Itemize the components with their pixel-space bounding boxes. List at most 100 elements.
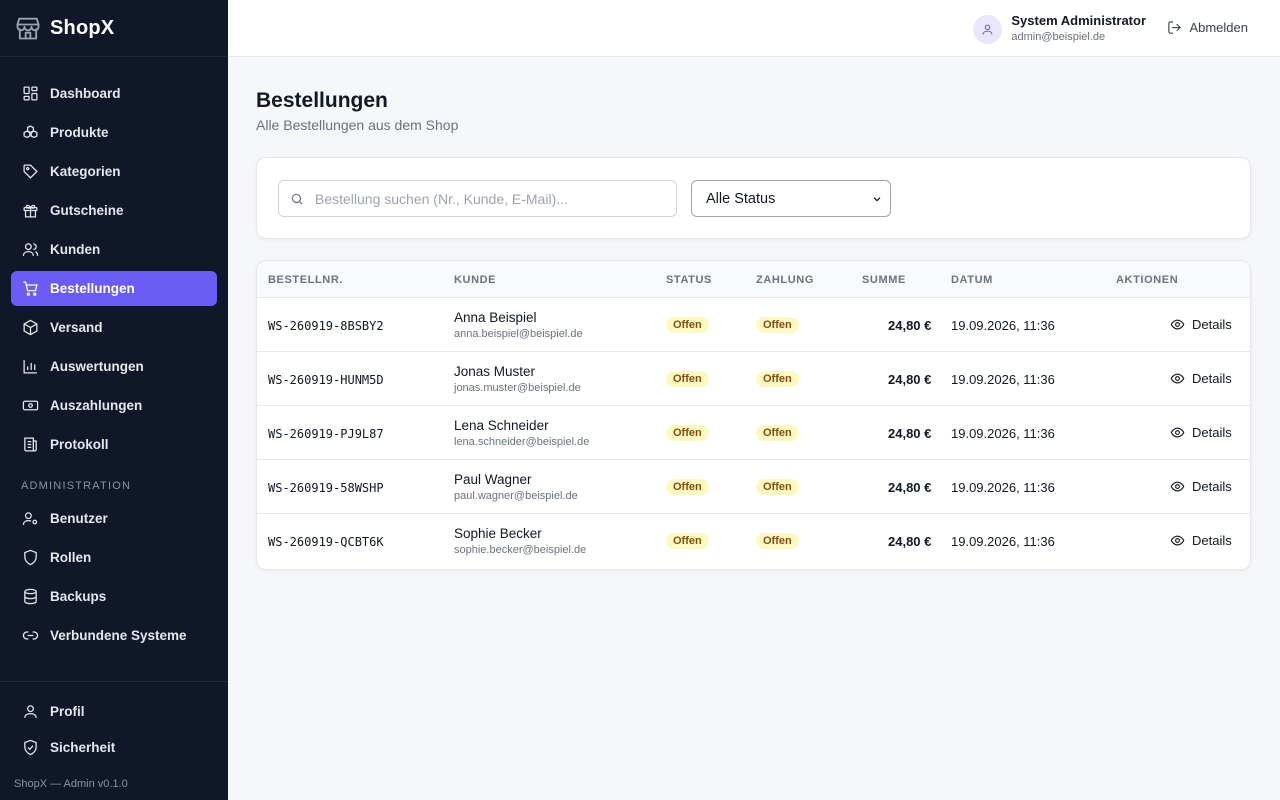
database-icon	[24, 588, 37, 605]
sidebar-item-label: Rollen	[50, 550, 92, 565]
order-date: 19.09.2026, 11:36	[951, 534, 1055, 549]
user-info[interactable]: System Administrator admin@beispiel.de	[973, 13, 1146, 45]
column-header-actions: AKTIONEN	[1116, 274, 1179, 286]
table-row[interactable]: WS-260919-58WSHP Paul Wagner paul.wagner…	[257, 460, 1250, 514]
sidebar-item-auswertungen[interactable]: Auswertungen	[11, 349, 217, 384]
user-email: admin@beispiel.de	[1011, 31, 1106, 43]
avatar	[973, 14, 1003, 44]
user-cog-icon	[22, 512, 38, 525]
order-date: 19.09.2026, 11:36	[951, 480, 1055, 495]
eye-icon	[1170, 535, 1185, 546]
column-header-payment[interactable]: ZAHLUNG	[756, 274, 814, 286]
sidebar-item-verbundene-systeme[interactable]: Verbundene Systeme	[11, 618, 217, 653]
sidebar-item-benutzer[interactable]: Benutzer	[11, 501, 217, 536]
chart-icon	[23, 360, 37, 374]
sidebar-item-profil[interactable]: Profil	[11, 693, 217, 729]
user-icon	[983, 24, 993, 34]
status-select-value: Alle Status	[706, 190, 776, 207]
status-select[interactable]: Alle Status	[691, 180, 891, 217]
sidebar-item-gutscheine[interactable]: Gutscheine	[11, 193, 217, 228]
store-icon	[16, 17, 40, 40]
customer-email: paul.wagner@beispiel.de	[454, 490, 578, 502]
status-badge: Offen	[666, 479, 709, 495]
page-title: Bestellungen	[256, 89, 388, 112]
sidebar-item-dashboard[interactable]: Dashboard	[11, 76, 217, 111]
search-box[interactable]	[278, 180, 677, 217]
app-version: ShopX — Admin v0.1.0	[14, 778, 128, 790]
link-icon	[22, 631, 39, 640]
table-row[interactable]: WS-260919-QCBT6K Sophie Becker sophie.be…	[257, 514, 1250, 568]
sidebar-item-bestellungen[interactable]: Bestellungen	[11, 271, 217, 306]
details-button[interactable]: Details	[1170, 317, 1232, 332]
order-date: 19.09.2026, 11:36	[951, 372, 1055, 387]
table-row[interactable]: WS-260919-PJ9L87 Lena Schneider lena.sch…	[257, 406, 1250, 460]
table-row[interactable]: WS-260919-HUNM5D Jonas Muster jonas.must…	[257, 352, 1250, 406]
sidebar-item-label: Profil	[50, 703, 85, 719]
search-icon	[291, 193, 303, 205]
logout-icon	[1168, 21, 1182, 34]
user-icon	[24, 704, 37, 718]
sidebar-item-sicherheit[interactable]: Sicherheit	[11, 729, 217, 765]
column-header-status[interactable]: STATUS	[666, 274, 712, 286]
table-row[interactable]: WS-260919-8BSBY2 Anna Beispiel anna.beis…	[257, 298, 1250, 352]
customer-name: Jonas Muster	[454, 364, 536, 379]
tag-icon	[23, 164, 38, 179]
sidebar-item-label: Produkte	[50, 125, 109, 140]
sidebar-item-rollen[interactable]: Rollen	[11, 540, 217, 575]
cart-icon	[23, 281, 38, 296]
sidebar-item-kunden[interactable]: Kunden	[11, 232, 217, 267]
shield-check-icon	[24, 739, 37, 755]
order-date: 19.09.2026, 11:36	[951, 318, 1055, 333]
payment-badge: Offen	[756, 371, 799, 387]
sidebar-item-auszahlungen[interactable]: Auszahlungen	[11, 388, 217, 423]
order-sum: 24,80 €	[888, 480, 932, 495]
details-label: Details	[1192, 425, 1232, 440]
sidebar-item-versand[interactable]: Versand	[11, 310, 217, 345]
details-label: Details	[1192, 479, 1232, 494]
sidebar-item-label: Kategorien	[50, 164, 121, 179]
column-header-date[interactable]: DATUM	[951, 274, 993, 286]
page-subtitle: Alle Bestellungen aus dem Shop	[256, 117, 459, 133]
banknote-icon	[22, 400, 39, 411]
status-badge: Offen	[666, 371, 709, 387]
details-button[interactable]: Details	[1170, 533, 1232, 548]
column-header-customer[interactable]: KUNDE	[454, 274, 496, 286]
orders-table: BESTELLNR. KUNDE STATUS ZAHLUNG SUMME DA…	[256, 260, 1251, 570]
sidebar-item-label: Versand	[50, 320, 103, 335]
main-nav: Dashboard Produkte Kategorien Gutscheine…	[0, 76, 228, 657]
sidebar: ShopX Dashboard Produkte Kategorien Guts…	[0, 0, 228, 800]
customer-email: lena.schneider@beispiel.de	[454, 436, 590, 448]
payment-badge: Offen	[756, 317, 799, 333]
sidebar-item-kategorien[interactable]: Kategorien	[11, 154, 217, 189]
sidebar-item-label: Protokoll	[50, 437, 109, 452]
brand[interactable]: ShopX	[0, 0, 228, 57]
brand-name: ShopX	[50, 16, 115, 39]
log-icon	[24, 437, 37, 452]
gift-icon	[23, 204, 38, 218]
column-header-sum[interactable]: SUMME	[862, 274, 906, 286]
order-sum: 24,80 €	[888, 426, 932, 441]
sidebar-item-protokoll[interactable]: Protokoll	[11, 427, 217, 462]
order-date: 19.09.2026, 11:36	[951, 426, 1055, 441]
details-button[interactable]: Details	[1170, 479, 1232, 494]
details-button[interactable]: Details	[1170, 371, 1232, 386]
package-icon	[23, 319, 38, 336]
order-number: WS-260919-8BSBY2	[268, 319, 384, 333]
sidebar-item-backups[interactable]: Backups	[11, 579, 217, 614]
details-button[interactable]: Details	[1170, 425, 1232, 440]
search-input[interactable]	[315, 190, 665, 207]
eye-icon	[1170, 427, 1185, 438]
details-label: Details	[1192, 317, 1232, 332]
column-header-order[interactable]: BESTELLNR.	[268, 274, 343, 286]
sidebar-item-label: Benutzer	[50, 511, 108, 526]
dashboard-icon	[23, 86, 38, 101]
order-sum: 24,80 €	[888, 372, 932, 387]
customer-name: Anna Beispiel	[454, 310, 537, 325]
order-number: WS-260919-QCBT6K	[268, 535, 384, 549]
sidebar-item-produkte[interactable]: Produkte	[11, 115, 217, 150]
payment-badge: Offen	[756, 533, 799, 549]
products-icon	[23, 125, 38, 139]
order-number: WS-260919-PJ9L87	[268, 427, 384, 441]
status-badge: Offen	[666, 317, 709, 333]
logout-button[interactable]: Abmelden	[1167, 20, 1248, 35]
